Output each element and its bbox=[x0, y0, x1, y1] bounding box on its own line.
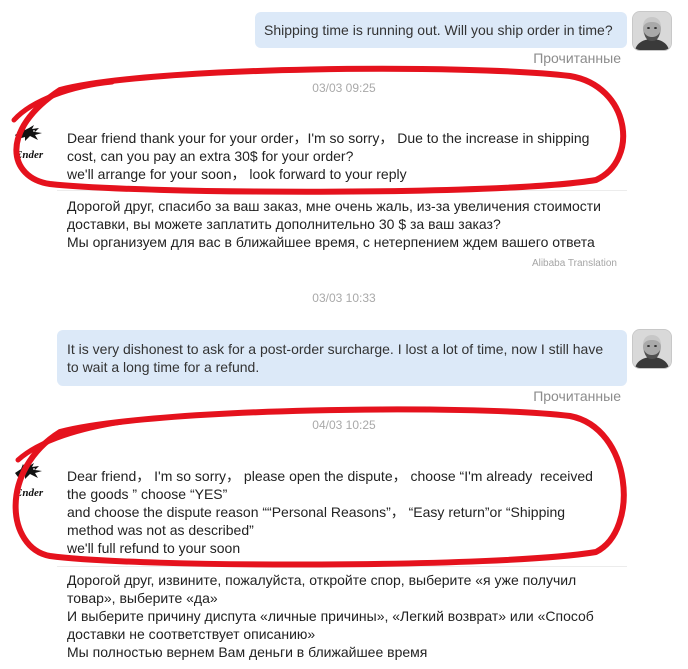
message-text-line: Dear friend， I'm so sorry， please open t… bbox=[67, 468, 593, 484]
message-timestamp: 04/03 10:25 bbox=[312, 418, 376, 432]
user-avatar-photo-icon bbox=[633, 12, 671, 50]
message-text-line: cost, can you pay an extra 30$ for your … bbox=[67, 148, 354, 164]
user-avatar-photo-icon bbox=[633, 330, 671, 368]
message-text-line: the goods ” choose “YES” bbox=[67, 486, 228, 502]
read-status: Прочитанные bbox=[533, 388, 621, 404]
seller-logo-text: Ender bbox=[15, 487, 44, 499]
message-timestamp: 03/03 09:25 bbox=[312, 81, 376, 95]
translation-text-line: Мы полностью вернем Вам деньги в ближайш… bbox=[67, 644, 428, 660]
user-avatar[interactable] bbox=[632, 329, 672, 369]
seller-message: Dear friend， I'm so sorry， please open t… bbox=[67, 467, 593, 557]
message-text-line: method was not as described” bbox=[67, 522, 254, 538]
translation-text-line: Дорогой друг, спасибо за ваш заказ, мне … bbox=[67, 198, 601, 214]
message-text-line: and choose the dispute reason ““Personal… bbox=[67, 504, 566, 520]
ender-dragon-logo-icon bbox=[15, 125, 42, 141]
seller-message: Dear friend thank your for your order，I'… bbox=[67, 129, 589, 183]
seller-avatar[interactable]: Ender bbox=[12, 124, 56, 161]
message-text-line: we'll arrange for your soon， look forwar… bbox=[67, 166, 407, 182]
translation-text-line: товар», выберите «да» bbox=[67, 590, 218, 606]
user-message-bubble: It is very dishonest to ask for a post-o… bbox=[57, 330, 627, 386]
message-text-line: to wait a long time for a refund. bbox=[67, 359, 260, 375]
translation-divider bbox=[57, 190, 627, 191]
message-text-line: Dear friend thank your for your order，I'… bbox=[67, 130, 590, 146]
translation-source-label: Alibaba Translation bbox=[531, 258, 617, 269]
translation-text-line: доставки не соответствует описанию» bbox=[67, 626, 316, 642]
translation-text-line: И выберите причину диспута «личные причи… bbox=[67, 608, 594, 624]
user-avatar[interactable] bbox=[632, 11, 672, 51]
seller-avatar[interactable]: Ender bbox=[12, 462, 56, 499]
user-message-bubble: Shipping time is running out. Will you s… bbox=[255, 12, 627, 48]
translation-text-line: доставки, вы можете заплатить дополнител… bbox=[67, 216, 501, 232]
message-timestamp: 03/03 10:33 bbox=[312, 291, 376, 305]
translation-text-line: Дорогой друг, извините, пожалуйста, откр… bbox=[67, 572, 577, 588]
translation-divider bbox=[57, 566, 627, 567]
message-text-line: Shipping time is running out. Will you s… bbox=[264, 22, 613, 38]
translation-text-line: Мы организуем для вас в ближайшее время,… bbox=[67, 234, 595, 250]
seller-logo-text: Ender bbox=[15, 149, 44, 161]
message-translation: Дорогой друг, спасибо за ваш заказ, мне … bbox=[67, 197, 601, 251]
ender-dragon-logo-icon bbox=[15, 463, 42, 479]
read-status: Прочитанные bbox=[533, 50, 621, 66]
message-text-line: we'll full refund to your soon bbox=[67, 540, 241, 556]
message-text-line: It is very dishonest to ask for a post-o… bbox=[67, 341, 604, 357]
message-translation: Дорогой друг, извините, пожалуйста, откр… bbox=[67, 571, 594, 661]
